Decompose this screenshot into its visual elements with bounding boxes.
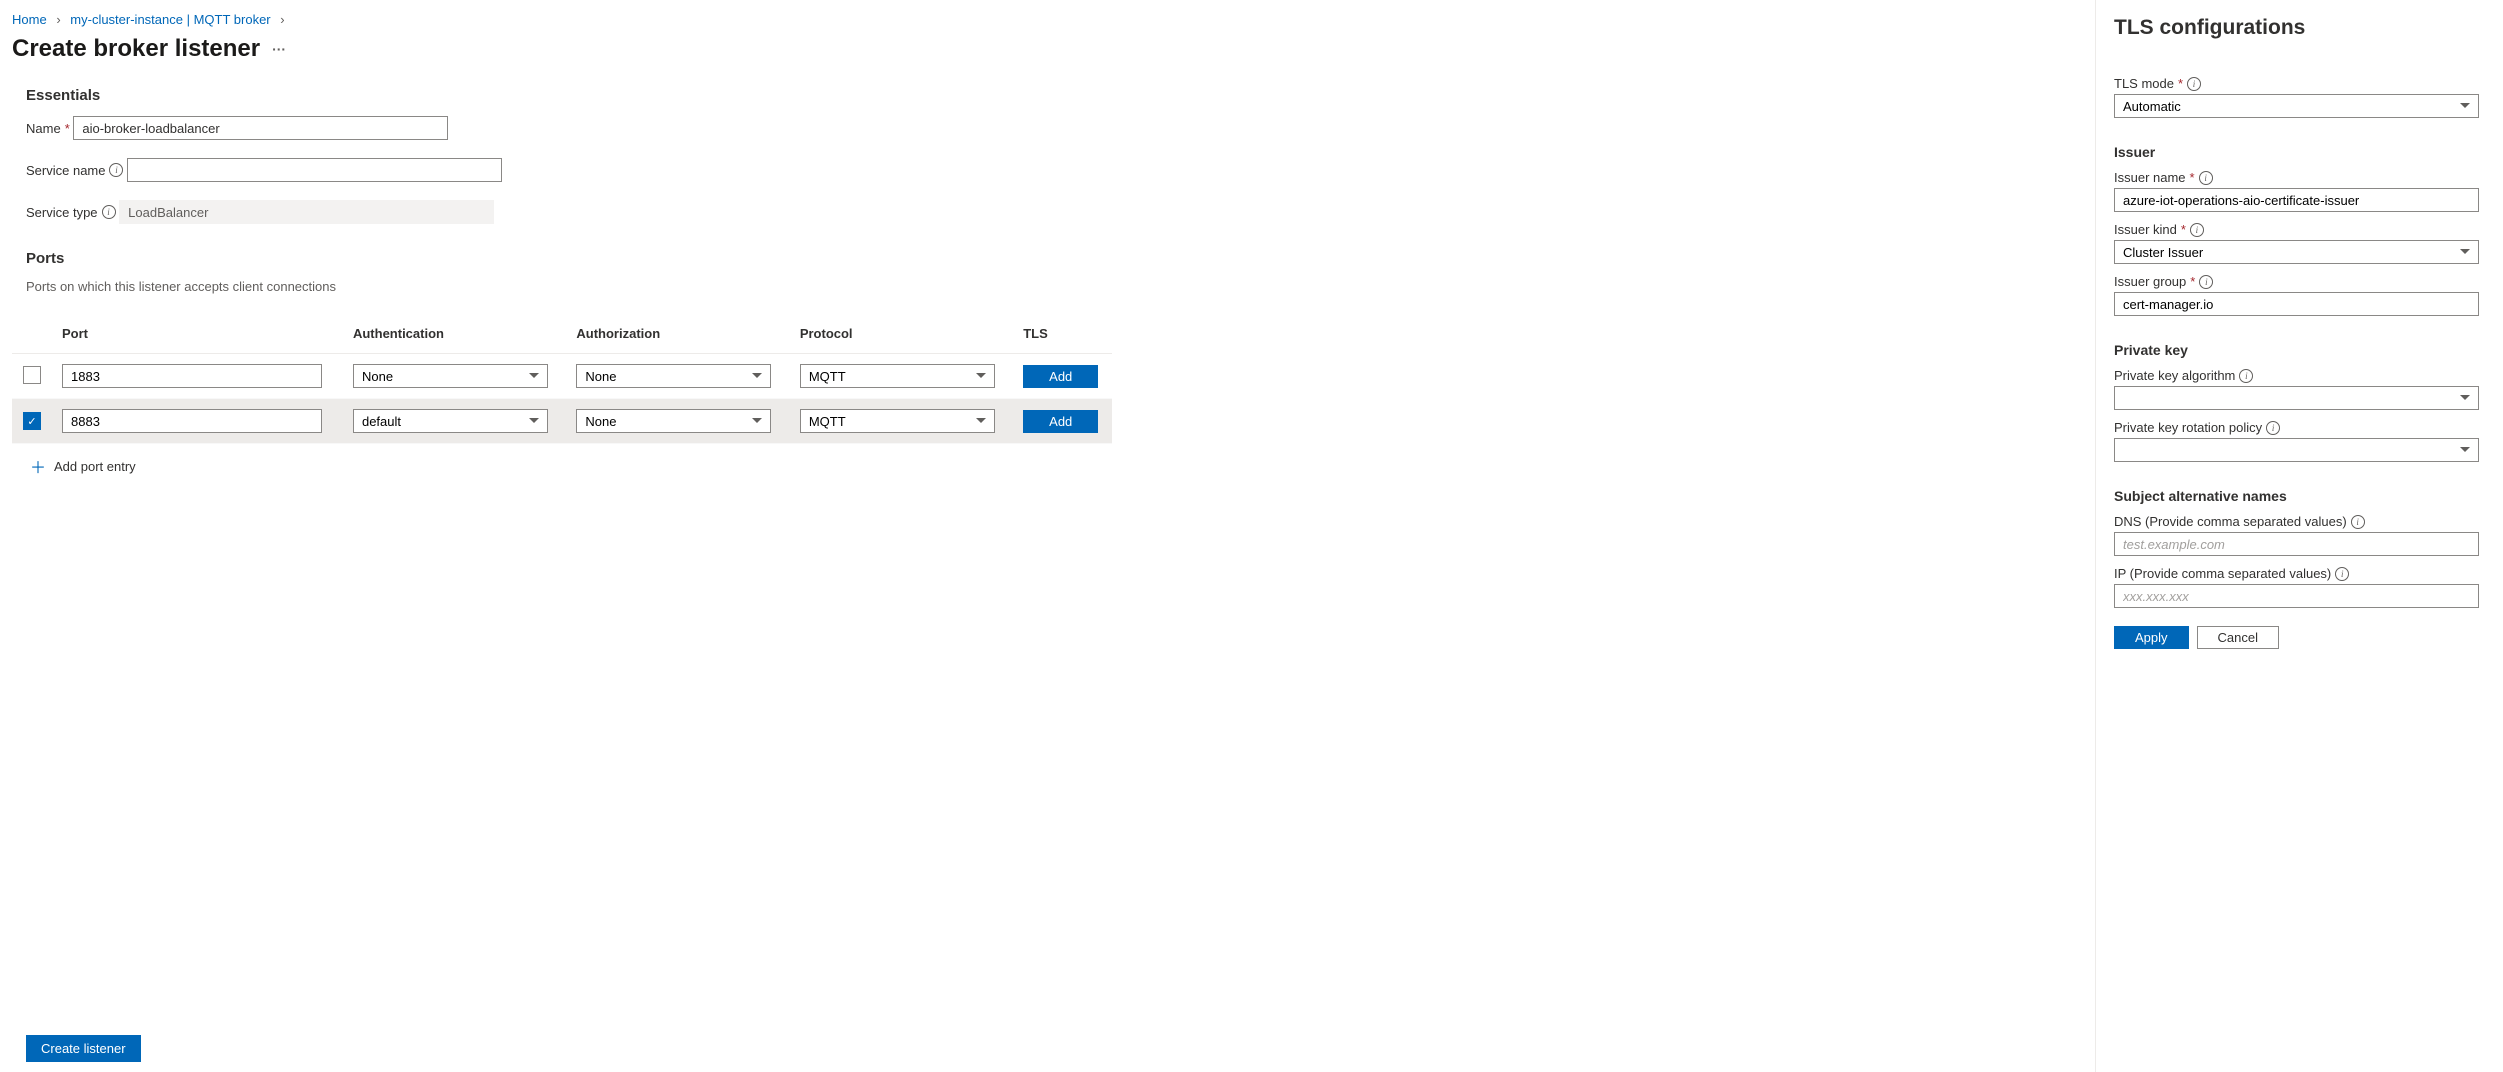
required-indicator: * — [65, 121, 70, 136]
tls-add-button[interactable]: Add — [1023, 365, 1098, 388]
apply-button[interactable]: Apply — [2114, 626, 2189, 649]
page-title: Create broker listener — [12, 35, 260, 63]
info-icon[interactable]: i — [2239, 369, 2253, 383]
col-protocol: Protocol — [790, 318, 1013, 354]
info-icon[interactable]: i — [2266, 421, 2280, 435]
issuer-group-label: Issuer group — [2114, 274, 2186, 289]
ports-table: Port Authentication Authorization Protoc… — [12, 318, 1112, 444]
cancel-button[interactable]: Cancel — [2197, 626, 2279, 649]
ip-label: IP (Provide comma separated values) — [2114, 566, 2331, 581]
table-row: None None MQTT Add — [12, 354, 1112, 399]
name-label: Name — [26, 121, 61, 136]
col-authz: Authorization — [566, 318, 789, 354]
info-icon[interactable]: i — [2199, 275, 2213, 289]
san-heading: Subject alternative names — [2114, 488, 2479, 504]
ports-heading: Ports — [12, 250, 2071, 267]
pk-algo-label: Private key algorithm — [2114, 368, 2235, 383]
plus-icon: ＋ — [30, 454, 46, 478]
tls-mode-select[interactable]: Automatic — [2114, 94, 2479, 118]
issuer-kind-label: Issuer kind — [2114, 222, 2177, 237]
essentials-heading: Essentials — [12, 87, 2071, 104]
port-input[interactable] — [62, 409, 322, 433]
required-indicator: * — [2178, 76, 2183, 91]
info-icon[interactable]: i — [2351, 515, 2365, 529]
add-port-entry-button[interactable]: ＋ Add port entry — [12, 444, 2071, 488]
more-icon[interactable]: ··· — [272, 41, 286, 57]
row-checkbox[interactable] — [23, 366, 41, 384]
add-port-entry-label: Add port entry — [54, 459, 136, 474]
required-indicator: * — [2190, 170, 2195, 185]
private-key-heading: Private key — [2114, 342, 2479, 358]
col-auth: Authentication — [343, 318, 566, 354]
chevron-right-icon: › — [280, 12, 284, 27]
dns-label: DNS (Provide comma separated values) — [2114, 514, 2347, 529]
port-input[interactable] — [62, 364, 322, 388]
auth-select[interactable]: None — [353, 364, 548, 388]
breadcrumb-home[interactable]: Home — [12, 12, 47, 27]
ports-description: Ports on which this listener accepts cli… — [12, 279, 2071, 294]
chevron-right-icon: › — [56, 12, 60, 27]
issuer-kind-select[interactable]: Cluster Issuer — [2114, 240, 2479, 264]
info-icon[interactable]: i — [102, 205, 116, 219]
authz-select[interactable]: None — [576, 409, 771, 433]
pk-algo-select[interactable] — [2114, 386, 2479, 410]
name-input[interactable] — [73, 116, 448, 140]
info-icon[interactable]: i — [2199, 171, 2213, 185]
tls-mode-label: TLS mode — [2114, 76, 2174, 91]
protocol-select[interactable]: MQTT — [800, 409, 995, 433]
service-name-label: Service name — [26, 163, 105, 178]
issuer-name-input[interactable] — [2114, 188, 2479, 212]
ip-input[interactable] — [2114, 584, 2479, 608]
info-icon[interactable]: i — [109, 163, 123, 177]
info-icon[interactable]: i — [2190, 223, 2204, 237]
issuer-group-input[interactable] — [2114, 292, 2479, 316]
required-indicator: * — [2181, 222, 2186, 237]
protocol-select[interactable]: MQTT — [800, 364, 995, 388]
create-listener-button[interactable]: Create listener — [26, 1035, 141, 1062]
issuer-name-label: Issuer name — [2114, 170, 2186, 185]
required-indicator: * — [2190, 274, 2195, 289]
issuer-heading: Issuer — [2114, 144, 2479, 160]
pk-rotation-select[interactable] — [2114, 438, 2479, 462]
info-icon[interactable]: i — [2335, 567, 2349, 581]
table-row: ✓ default None MQTT — [12, 399, 1112, 444]
col-port: Port — [52, 318, 343, 354]
service-type-label: Service type — [26, 205, 98, 220]
col-tls: TLS — [1013, 318, 1112, 354]
breadcrumb-cluster[interactable]: my-cluster-instance | MQTT broker — [70, 12, 270, 27]
row-checkbox[interactable]: ✓ — [23, 412, 41, 430]
info-icon[interactable]: i — [2187, 77, 2201, 91]
breadcrumb: Home › my-cluster-instance | MQTT broker… — [12, 12, 2071, 27]
tls-panel-title: TLS configurations — [2114, 16, 2479, 40]
tls-add-button[interactable]: Add — [1023, 410, 1098, 433]
auth-select[interactable]: default — [353, 409, 548, 433]
service-name-input[interactable] — [127, 158, 502, 182]
dns-input[interactable] — [2114, 532, 2479, 556]
authz-select[interactable]: None — [576, 364, 771, 388]
service-type-input — [119, 200, 494, 224]
pk-rotation-label: Private key rotation policy — [2114, 420, 2262, 435]
